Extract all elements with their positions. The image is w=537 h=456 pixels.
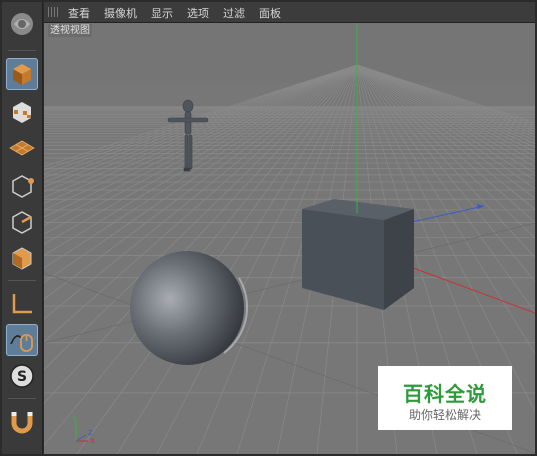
viewport-label: 透视视图 [48,24,92,37]
svg-text:Z: Z [88,429,93,437]
checker-cube-tool-button[interactable] [6,96,38,128]
viewport-menu-bar: 查看 摄像机 显示 选项 过滤 面板 [44,2,535,23]
app-window: S 查看 摄像机 显示 选项 过滤 面板 Y X Z 透视视图 百科全说 助你轻… [0,0,537,456]
watermark-title: 百科全说 [403,382,487,406]
mouse-icon [10,334,33,352]
svg-text:Y: Y [71,415,77,423]
checker-cube-icon [13,102,31,123]
watermark-badge: 百科全说 助你轻松解决 [378,366,512,430]
menu-display[interactable]: 显示 [151,5,173,21]
app-logo-icon [6,8,38,40]
magnet-tool-button[interactable] [6,406,38,438]
axis-gizmo: Y X Z [71,415,95,445]
snap-s-tool-button[interactable]: S [6,360,38,392]
menu-camera[interactable]: 摄像机 [104,5,137,21]
cube-object [302,199,414,310]
polygon-mode-icon [12,247,32,270]
axis-mode-tool-button[interactable] [6,288,38,320]
cube-icon [13,64,31,85]
polygon-mode-tool-button[interactable] [6,242,38,274]
drag-grip-icon[interactable] [48,7,60,17]
magnet-icon [11,412,33,434]
point-mode-tool-button[interactable] [6,170,38,202]
cube-tool-button[interactable] [6,58,38,90]
menu-filter[interactable]: 过滤 [223,5,245,21]
edge-mode-tool-button[interactable] [6,206,38,238]
snap-s-icon: S [10,364,34,388]
axis-icon [12,294,32,314]
point-mode-icon [12,175,34,198]
svg-text:S: S [17,369,27,385]
grid-guide-line [44,222,535,344]
menu-view[interactable]: 查看 [68,5,90,21]
left-toolbar: S [2,2,43,454]
watermark-subtitle: 助你轻松解决 [408,408,481,422]
mouse-tool-button[interactable] [6,324,38,356]
menu-options[interactable]: 选项 [187,5,209,21]
sphere-object [130,251,249,365]
svg-text:X: X [90,437,95,445]
menu-panel[interactable]: 面板 [259,5,281,21]
grid-plane-icon [9,140,35,156]
grid-plane-tool-button[interactable] [6,132,38,164]
edge-mode-icon [12,211,32,234]
